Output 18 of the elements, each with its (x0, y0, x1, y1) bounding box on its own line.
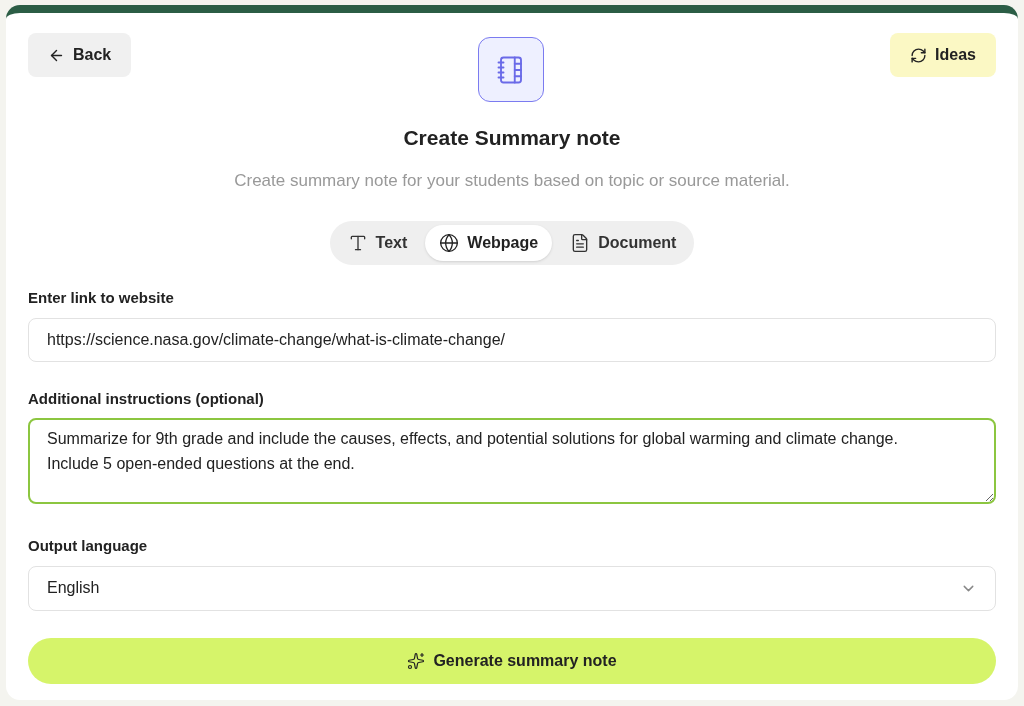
field-label: Enter link to website (28, 288, 175, 308)
refresh-icon (910, 46, 928, 64)
sparkles-icon (407, 651, 426, 670)
back-button[interactable]: Back (28, 33, 132, 77)
field-label: Output language (28, 536, 149, 556)
notebook-icon (477, 37, 544, 102)
instructions-input-field[interactable]: Summarize for 9th grade and include the causes, effects, and potential solutions for global warming and climate change. Include 5 open-ended questions at the end. (28, 418, 996, 504)
webpage-icon (439, 233, 460, 253)
link-input-field[interactable]: https://science.nasa.gov/climate-change/what-is-climate-change/ (28, 317, 996, 362)
source-tab[interactable]: Text (333, 225, 422, 261)
source-tab[interactable]: Document (556, 225, 691, 261)
page-subtitle: Create summary note for your students based on topic or source material. (233, 169, 791, 192)
page-title: Create Summary note (402, 125, 622, 151)
ideas-button[interactable]: Ideas (890, 33, 996, 77)
source-tab[interactable]: Webpage (425, 225, 553, 261)
field-label: Additional instructions (optional) (28, 388, 265, 409)
language-select[interactable]: English (28, 565, 996, 611)
generate-button[interactable]: Generate summary note (28, 637, 996, 684)
